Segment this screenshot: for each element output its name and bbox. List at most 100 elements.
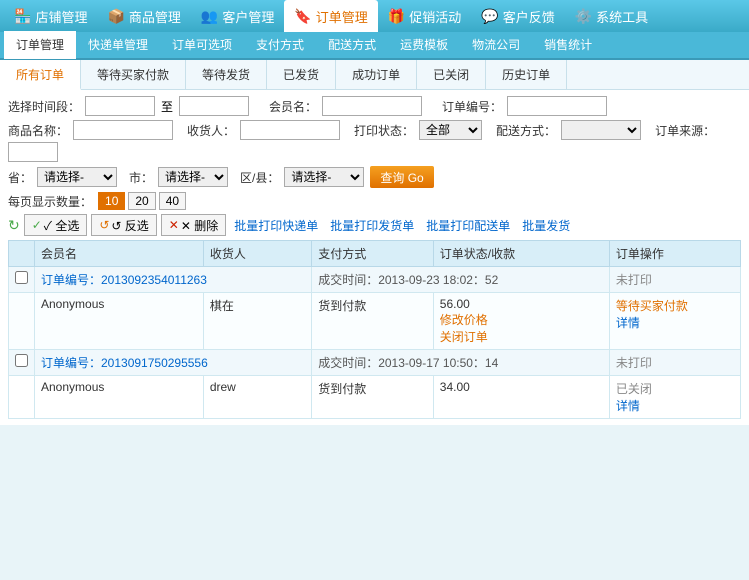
order2-pay-method: 货到付款: [312, 376, 434, 419]
perpage-10[interactable]: 10: [98, 192, 125, 210]
order2-status: 34.00: [433, 376, 609, 419]
nav-order[interactable]: 🔖 订单管理: [284, 0, 377, 32]
perpage-label: 每页显示数量：: [8, 193, 92, 210]
nav-store[interactable]: 🏪 店铺管理: [4, 0, 97, 32]
tab-closed[interactable]: 已关闭: [417, 60, 486, 90]
province-select[interactable]: 请选择-: [37, 167, 117, 187]
refresh-icon: ↻: [8, 217, 20, 234]
tab-wait-ship[interactable]: 等待发货: [186, 60, 267, 90]
col-checkbox: [9, 241, 35, 267]
order1-id: 订单编号：2013092354011263: [41, 273, 207, 287]
filter-row-3: 省： 请选择- 市： 请选择- 区/县： 请选择- 查询 Go: [8, 166, 741, 188]
orders-table-wrapper: 源码方式下载huamayun.com 会员名 收货人 支付方式 订单状态/收款 …: [8, 240, 741, 419]
batch-print-ship-button[interactable]: 批量打印发货单: [326, 215, 418, 236]
nav-feedback[interactable]: 💬 客户反馈: [471, 0, 564, 32]
check-icon: ✓: [32, 218, 42, 232]
print-status-select[interactable]: 全部 已打印 未打印: [419, 120, 482, 140]
order2-time: 成交时间：2013-09-17 10:50：14: [312, 350, 610, 376]
table-row: 订单编号：2013092354011263 成交时间：2013-09-23 18…: [9, 267, 741, 293]
district-label: 区/县：: [240, 169, 279, 186]
nav-promo[interactable]: 🎁 促销活动: [378, 0, 471, 32]
city-label: 市：: [129, 169, 153, 186]
filter-row-2: 商品名称： 收货人： 打印状态： 全部 已打印 未打印 配送方式： 订单来源：: [8, 120, 741, 162]
store-icon: 🏪: [14, 8, 31, 25]
feedback-icon: 💬: [481, 8, 498, 25]
order-no-input[interactable]: [507, 96, 607, 116]
query-button[interactable]: 查询 Go: [370, 166, 433, 188]
second-nav-freight[interactable]: 运费模板: [388, 31, 460, 59]
batch-print-express-button[interactable]: 批量打印快递单: [230, 215, 322, 236]
order-icon: 🔖: [294, 8, 311, 25]
delivery-method-select[interactable]: [561, 120, 641, 140]
order1-header: 订单编号：2013092354011263: [35, 267, 312, 293]
order2-ops: 已关闭 详情: [609, 376, 740, 419]
order1-status-action-1[interactable]: 修改价格: [440, 311, 603, 328]
district-select[interactable]: 请选择-: [284, 167, 364, 187]
second-nav-sales[interactable]: 销售统计: [532, 31, 604, 59]
order2-header: 订单编号：2013091750295556: [35, 350, 312, 376]
city-select[interactable]: 请选择-: [158, 167, 228, 187]
goods-name-input[interactable]: [73, 120, 173, 140]
orders-table: 会员名 收货人 支付方式 订单状态/收款 订单操作 订单编号：201309235…: [8, 240, 741, 419]
goods-icon: 📦: [107, 8, 124, 25]
order1-time: 成交时间：2013-09-23 18:02：52: [312, 267, 610, 293]
order1-receiver: 棋在: [203, 293, 311, 350]
second-nav-select[interactable]: 订单可选项: [160, 31, 244, 59]
receiver-input[interactable]: [240, 120, 340, 140]
col-status: 订单状态/收款: [433, 241, 609, 267]
perpage-20[interactable]: 20: [128, 192, 155, 210]
col-member: 会员名: [35, 241, 204, 267]
order1-detail-link[interactable]: 详情: [616, 314, 734, 331]
second-nav-logistics[interactable]: 物流公司: [460, 31, 532, 59]
nav-customer[interactable]: 👥 客户管理: [191, 0, 284, 32]
time-from-input[interactable]: [85, 96, 155, 116]
batch-ship-button[interactable]: 批量发货: [518, 215, 574, 236]
order-no-label: 订单编号：: [442, 98, 502, 115]
col-ops: 订单操作: [609, 241, 740, 267]
tab-shipped[interactable]: 已发货: [267, 60, 336, 90]
order2-data-checkbox-cell: [9, 376, 35, 419]
delivery-method-label: 配送方式：: [496, 122, 556, 139]
order2-closed-status: 已关闭: [616, 382, 652, 396]
delete-button[interactable]: ✕ ✕ 删除: [161, 214, 226, 236]
order1-amount: 56.00: [440, 297, 603, 311]
top-nav: 🏪 店铺管理 📦 商品管理 👥 客户管理 🔖 订单管理 🎁 促销活动 💬 客户反…: [0, 0, 749, 32]
select-all-button[interactable]: ✓ ✓ 全选: [24, 214, 88, 236]
order1-print-status: 未打印: [609, 267, 740, 293]
tools-icon: ⚙️: [575, 8, 592, 25]
time-range-label: 选择时间段：: [8, 98, 80, 115]
tab-all-orders[interactable]: 所有订单: [0, 60, 81, 90]
order2-id: 订单编号：2013091750295556: [41, 356, 208, 370]
nav-tools[interactable]: ⚙️ 系统工具: [565, 0, 658, 32]
delete-icon: ✕: [169, 218, 179, 232]
second-nav: 订单管理 快递单管理 订单可选项 支付方式 配送方式 运费模板 物流公司 销售统…: [0, 32, 749, 60]
member-name-input[interactable]: [322, 96, 422, 116]
order2-detail-link[interactable]: 详情: [616, 397, 734, 414]
order2-member: Anonymous: [35, 376, 204, 419]
second-nav-delivery[interactable]: 配送方式: [316, 31, 388, 59]
order1-checkbox[interactable]: [15, 271, 28, 284]
goods-name-label: 商品名称：: [8, 122, 68, 139]
batch-print-delivery-button[interactable]: 批量打印配送单: [422, 215, 514, 236]
perpage-40[interactable]: 40: [159, 192, 186, 210]
print-status-label: 打印状态：: [354, 122, 414, 139]
second-nav-express[interactable]: 快递单管理: [76, 31, 160, 59]
second-nav-payment[interactable]: 支付方式: [244, 31, 316, 59]
time-to-input[interactable]: [179, 96, 249, 116]
order1-status-action-2[interactable]: 关闭订单: [440, 328, 603, 345]
order1-checkbox-cell: [9, 267, 35, 293]
filter-row-1: 选择时间段： 至 会员名： 订单编号：: [8, 96, 741, 116]
tab-history[interactable]: 历史订单: [486, 60, 567, 90]
second-nav-order-mgmt[interactable]: 订单管理: [4, 31, 76, 59]
receiver-label: 收货人：: [187, 122, 235, 139]
col-receiver: 收货人: [203, 241, 311, 267]
province-label: 省：: [8, 169, 32, 186]
nav-goods[interactable]: 📦 商品管理: [97, 0, 190, 32]
tab-wait-pay[interactable]: 等待买家付款: [81, 60, 186, 90]
tab-success[interactable]: 成功订单: [336, 60, 417, 90]
order1-wait-pay-status: 等待买家付款: [616, 299, 688, 313]
invert-icon: ↺: [99, 218, 109, 232]
order-source-input[interactable]: [8, 142, 58, 162]
order2-checkbox[interactable]: [15, 354, 28, 367]
invert-select-button[interactable]: ↺ ↺ 反选: [91, 214, 156, 236]
